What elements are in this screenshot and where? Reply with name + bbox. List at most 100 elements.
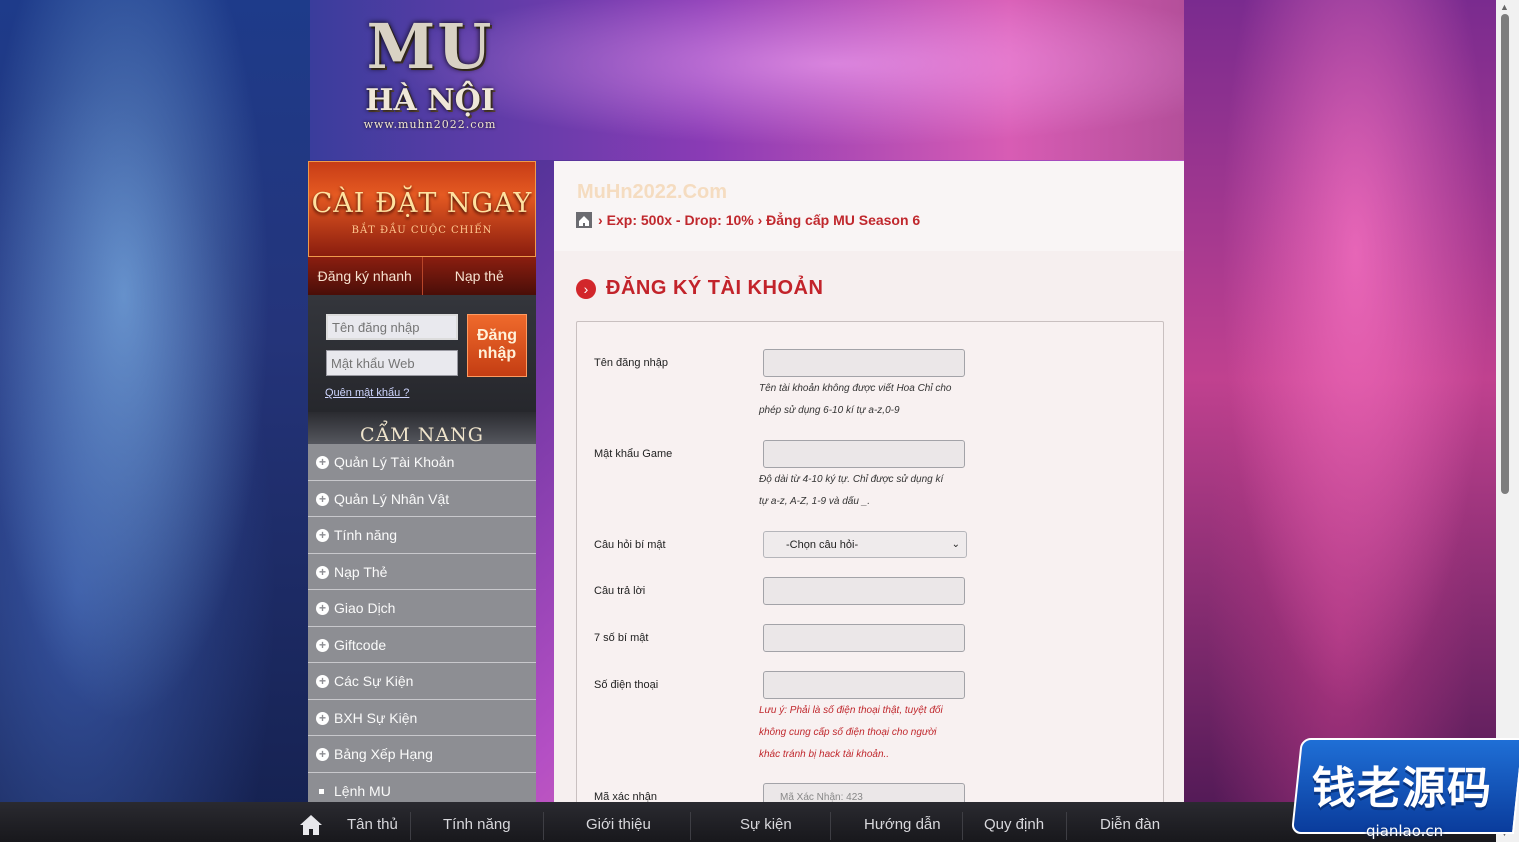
nav-forum[interactable]: Diễn đàn	[1100, 802, 1160, 842]
background-left-art	[0, 0, 310, 842]
sidebar: CÀI ĐẶT NGAY BẮT ĐẦU CUỘC CHIẾN Đăng ký …	[308, 161, 536, 803]
menu-item-character[interactable]: + Quản Lý Nhân Vật	[308, 480, 536, 517]
plus-circle-icon: +	[316, 711, 329, 725]
username-label: Tên đăng nhập	[594, 357, 669, 369]
nav-rules[interactable]: Quy định	[984, 802, 1044, 842]
menu-item-label: Giftcode	[334, 636, 387, 653]
menu-item-label: Nạp Thẻ	[334, 563, 388, 580]
plus-circle-icon: +	[316, 492, 329, 506]
install-subtitle: BẮT ĐẦU CUỘC CHIẾN	[351, 225, 493, 236]
chevron-down-icon: ⌄	[951, 539, 960, 550]
plus-circle-icon: +	[316, 456, 329, 469]
plus-circle-icon: +	[316, 675, 329, 688]
main-content: MuHn2022.Com › Exp: 500x - Drop: 10% › Đ…	[554, 161, 1184, 803]
top-up-button[interactable]: Nạp thẻ	[423, 257, 537, 295]
answer-label: Câu trả lời	[594, 585, 646, 597]
breadcrumb: › Exp: 500x - Drop: 10% › Đẳng cấp MU Se…	[576, 212, 920, 228]
home-icon[interactable]	[576, 212, 592, 228]
nav-guide[interactable]: Hướng dẫn	[864, 802, 941, 842]
bullet-icon	[319, 788, 324, 794]
menu-item-label: Tính năng	[334, 527, 398, 543]
plus-circle-icon: +	[316, 529, 329, 542]
main-header: MuHn2022.Com › Exp: 500x - Drop: 10% › Đ…	[554, 161, 1184, 251]
login-button-line2: nhập	[477, 345, 517, 362]
watermark-url: qianlao.cn	[1366, 822, 1444, 840]
site-logo[interactable]: MU HÀ NỘI www.muhn2022.com	[340, 2, 520, 154]
menu-item-event-ranking[interactable]: + BXH Sự Kiện	[308, 699, 536, 736]
scrollbar-thumb[interactable]	[1501, 14, 1509, 494]
login-box: Đăng nhập Quên mật khẩu ?	[308, 295, 536, 412]
login-password-input[interactable]	[326, 350, 458, 376]
plus-circle-icon: +	[316, 748, 329, 761]
username-hint-2: phép sử dụng 6-10 kí tự a-z,0-9	[759, 405, 900, 416]
username-field[interactable]	[763, 349, 965, 377]
secret-question-select[interactable]: -Chọn câu hỏi- ⌄	[763, 531, 967, 558]
nav-divider	[543, 812, 544, 840]
breadcrumb-text[interactable]: Exp: 500x - Drop: 10% › Đẳng cấp MU Seas…	[607, 212, 921, 228]
secret-question-value: -Chọn câu hỏi-	[786, 539, 859, 551]
register-form: Tên đăng nhập Tên tài khoản không được v…	[576, 321, 1164, 803]
menu-item-label: BXH Sự Kiện	[334, 709, 418, 726]
secret7-field[interactable]	[763, 624, 965, 652]
menu-item-topup[interactable]: + Nạp Thẻ	[308, 553, 536, 590]
nav-divider	[962, 812, 963, 840]
secret7-label: 7 số bí mật	[594, 632, 649, 644]
nav-divider	[690, 812, 691, 840]
password-hint-1: Độ dài từ 4-10 ký tự. Chỉ được sử dụng k…	[759, 474, 944, 485]
nav-intro[interactable]: Giới thiệu	[586, 802, 651, 842]
chevron-right-icon: ›	[576, 278, 596, 299]
scroll-up-arrow-icon[interactable]: ▲	[1500, 2, 1509, 12]
phone-hint-1: Lưu ý: Phải là số điện thoại thật, tuyệt…	[759, 705, 943, 716]
install-title: CÀI ĐẶT NGAY	[311, 188, 533, 219]
logo-mu-text: MU	[366, 10, 494, 83]
site-name: MuHn2022.Com	[577, 181, 728, 203]
login-username-input[interactable]	[326, 314, 458, 340]
menu-item-events[interactable]: + Các Sự Kiện	[308, 663, 536, 700]
phone-hint-2: không cung cấp số điện thoại cho người	[759, 727, 937, 738]
breadcrumb-separator: ›	[598, 212, 603, 228]
captcha-field[interactable]: Mã Xác Nhận: 423	[763, 783, 965, 803]
plus-circle-icon: +	[316, 602, 329, 615]
plus-circle-icon: +	[316, 638, 329, 652]
section-title: › ĐĂNG KÝ TÀI KHOẢN	[576, 277, 823, 300]
logo-hanoi-text: HÀ NỘI	[365, 83, 495, 118]
register-title: ĐĂNG KÝ TÀI KHOẢN	[606, 277, 824, 299]
menu-item-giftcode[interactable]: + Giftcode	[308, 626, 536, 663]
phone-label: Số điện thoại	[594, 679, 659, 691]
menu-item-label: Quản Lý Nhân Vật	[334, 490, 450, 507]
nav-newbie[interactable]: Tân thủ	[347, 802, 398, 842]
phone-field[interactable]	[763, 671, 965, 699]
nav-features[interactable]: Tính năng	[443, 802, 511, 842]
login-button[interactable]: Đăng nhập	[467, 314, 527, 377]
home-icon[interactable]	[299, 814, 323, 836]
nav-divider	[1066, 812, 1067, 840]
menu-item-trade[interactable]: + Giao Dịch	[308, 590, 536, 627]
password-field[interactable]	[763, 440, 965, 468]
password-label: Mật khẩu Game	[594, 448, 673, 460]
plus-circle-icon: +	[316, 565, 329, 579]
menu-item-features[interactable]: + Tính năng	[308, 517, 536, 554]
nav-divider	[830, 812, 831, 840]
quick-links: Đăng ký nhanh Nạp thẻ	[308, 257, 536, 295]
password-hint-2: tự a-z, A-Z, 1-9 và dấu _.	[759, 496, 871, 507]
answer-field[interactable]	[763, 577, 965, 605]
menu-item-label: Bảng Xếp Hạng	[334, 746, 433, 762]
install-now-banner[interactable]: CÀI ĐẶT NGAY BẮT ĐẦU CUỘC CHIẾN	[308, 161, 536, 257]
logo-url-text: www.muhn2022.com	[363, 118, 497, 131]
background-right-art	[1184, 0, 1496, 842]
menu-item-ranking[interactable]: + Bảng Xếp Hạng	[308, 736, 536, 773]
menu-item-label: Quản Lý Tài Khoản	[334, 454, 455, 470]
watermark-text: 钱老源码	[1312, 763, 1492, 814]
nav-events[interactable]: Sự kiện	[740, 802, 792, 842]
forgot-password-link[interactable]: Quên mật khẩu ?	[325, 387, 409, 399]
quick-register-button[interactable]: Đăng ký nhanh	[308, 257, 423, 295]
guide-header: CẨM NANG	[308, 412, 536, 446]
menu-item-label: Các Sự Kiện	[334, 673, 414, 689]
menu-item-label: Lệnh MU	[334, 782, 391, 799]
menu-item-account[interactable]: + Quản Lý Tài Khoản	[308, 444, 536, 481]
menu-item-commands[interactable]: Lệnh MU	[308, 772, 536, 803]
username-hint-1: Tên tài khoản không được viết Hoa Chỉ ch…	[759, 383, 952, 394]
phone-hint-3: khác tránh bị hack tài khoản..	[759, 749, 890, 760]
page-scrollbar[interactable]: ▲ ▼	[1496, 0, 1519, 842]
login-button-line1: Đăng	[477, 327, 517, 344]
